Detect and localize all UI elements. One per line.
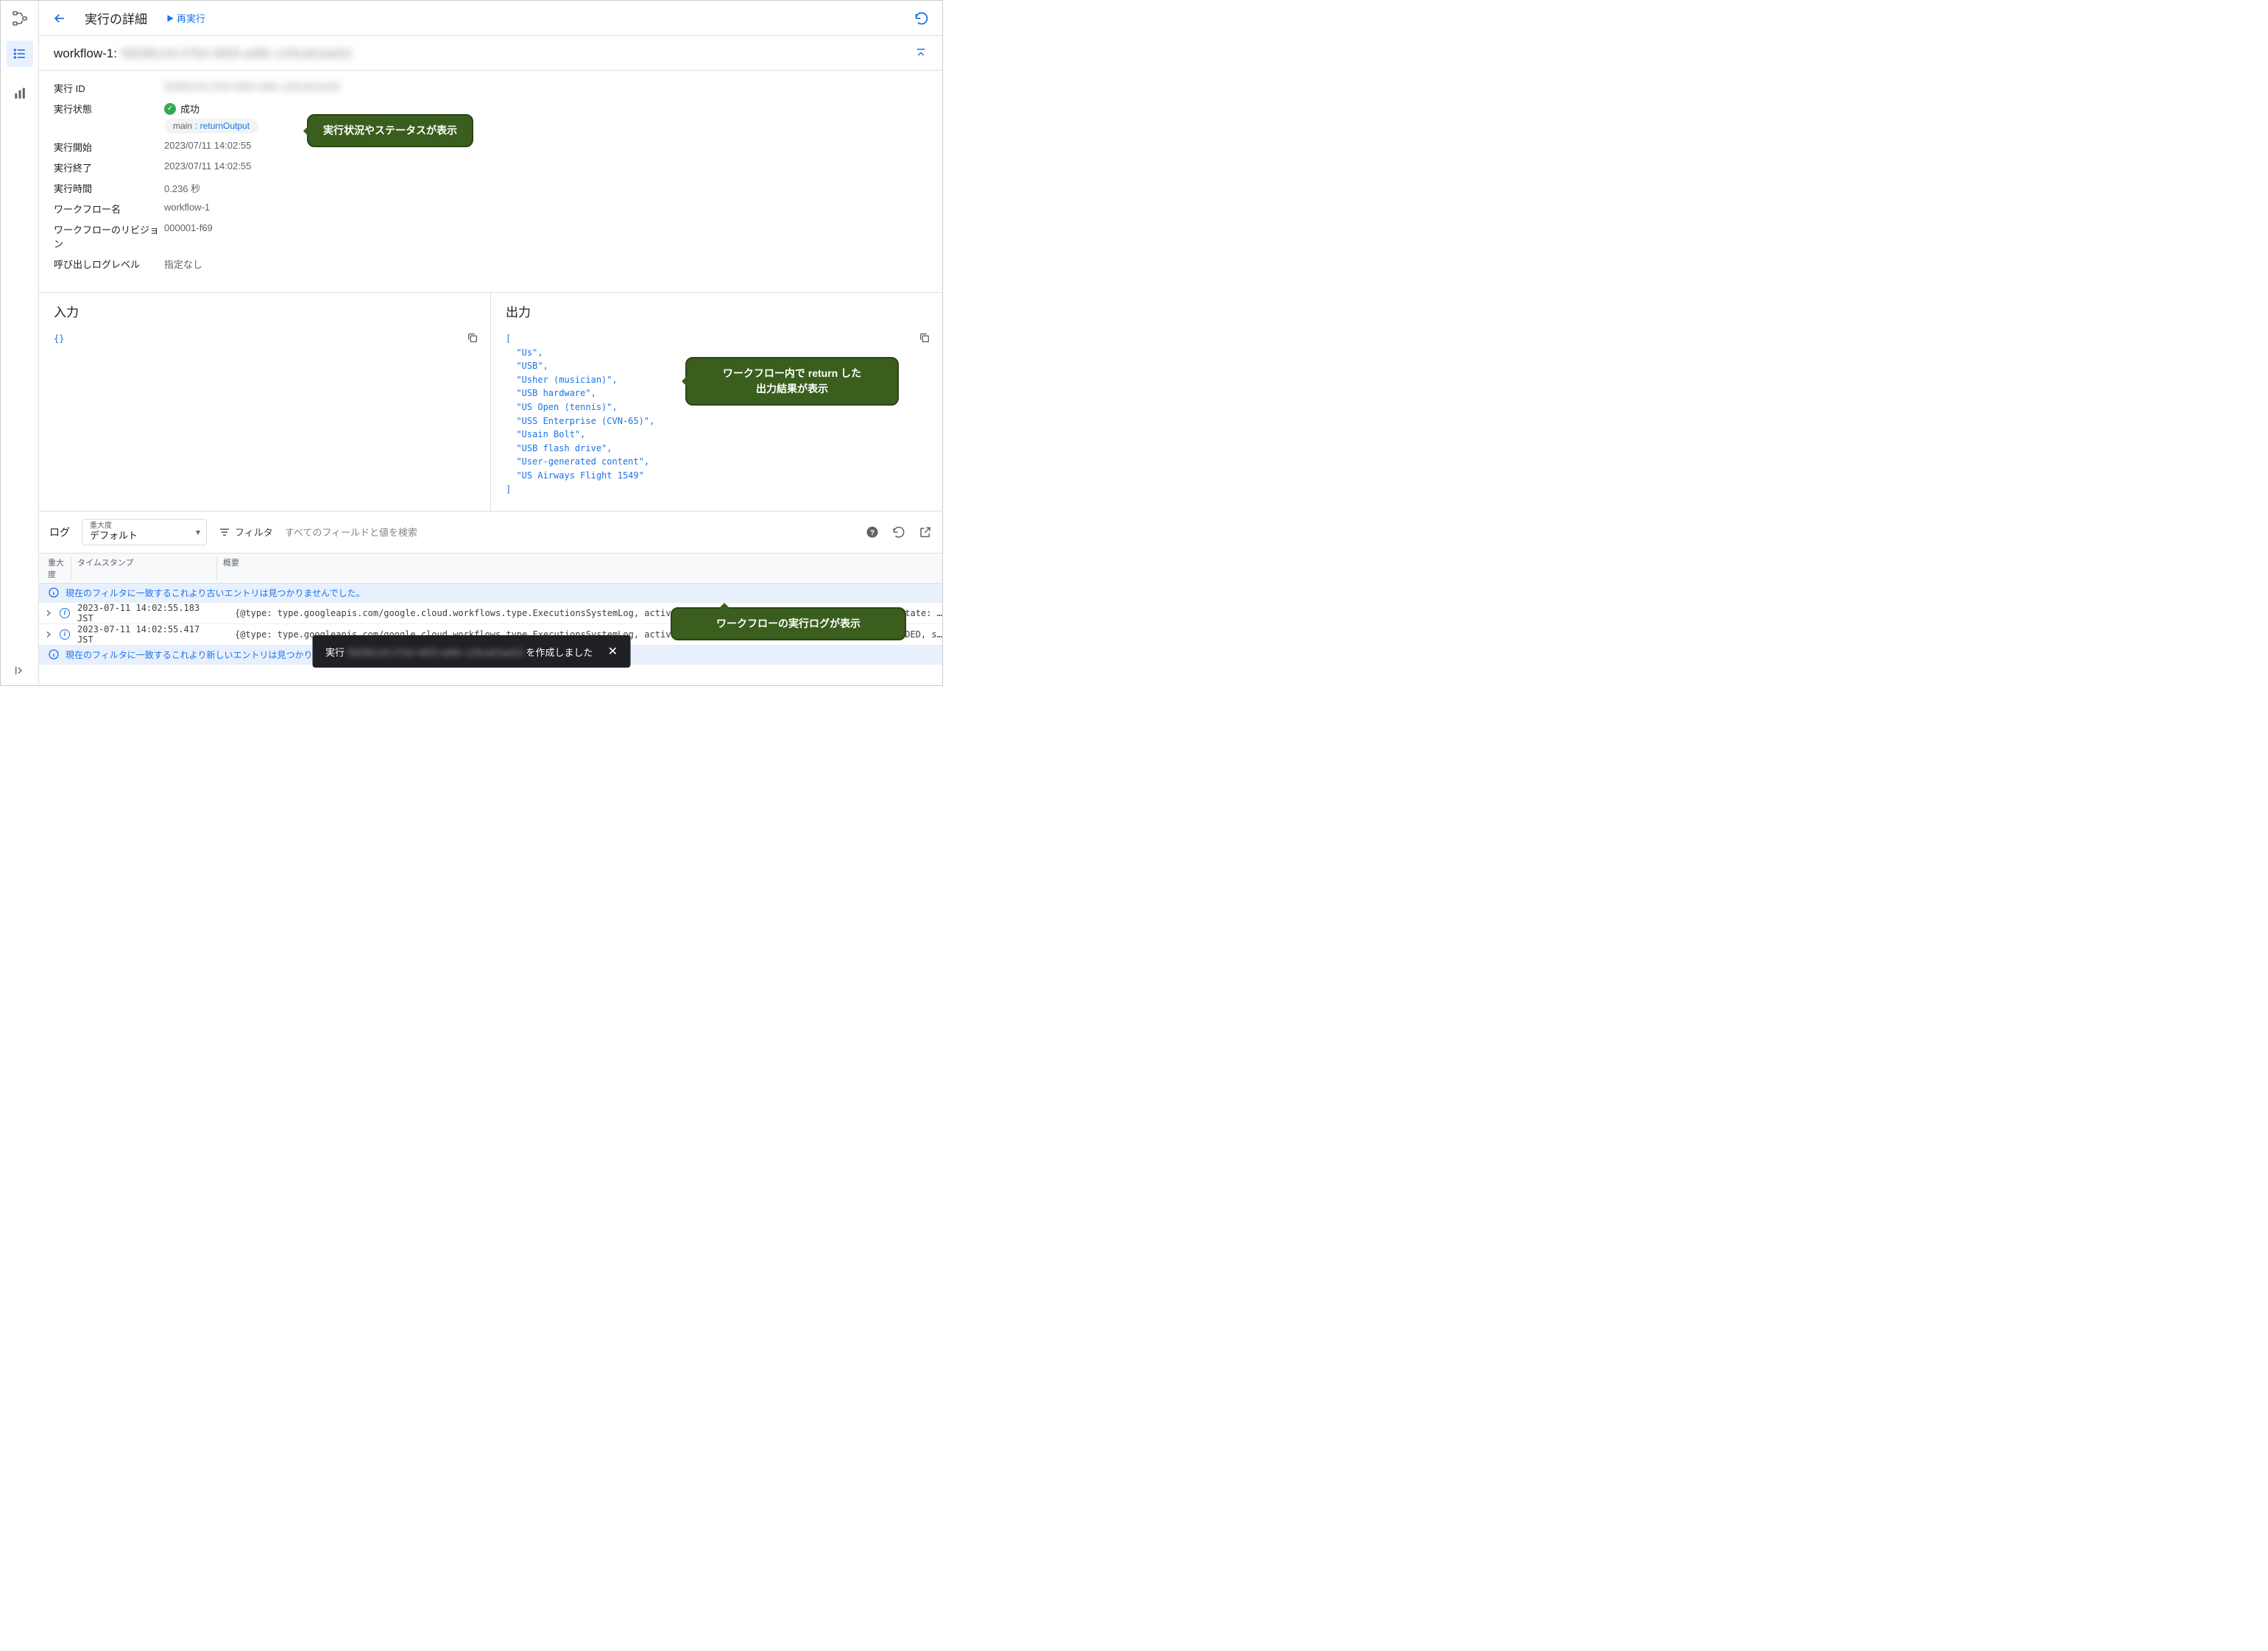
workflows-logo-icon: [11, 10, 29, 27]
wf-name-value: workflow-1: [164, 202, 928, 216]
nav-insights-icon[interactable]: [7, 80, 33, 107]
log-open-external-icon[interactable]: [919, 526, 932, 539]
start-value: 2023/07/11 14:02:55: [164, 140, 928, 154]
revision-label: ワークフローのリビジョン: [54, 222, 164, 250]
log-refresh-icon[interactable]: [892, 526, 905, 539]
log-ts-0: 2023-07-11 14:02:55.183 JST: [71, 603, 217, 623]
step-chip: main : returnOutput: [164, 119, 258, 133]
severity-select[interactable]: 重大度 デフォルト ▾: [82, 519, 207, 545]
log-bar: ログ 重大度 デフォルト ▾ フィルタ すべてのフィールドと値を検索 ?: [39, 512, 942, 554]
status-label: 実行状態: [54, 102, 164, 133]
input-body: {}: [54, 332, 476, 346]
revision-value: 000001-f69: [164, 222, 928, 250]
input-title: 入力: [39, 293, 490, 329]
caret-down-icon: ▾: [196, 527, 200, 537]
back-button[interactable]: [52, 11, 67, 26]
toast-snackbar: 実行 59295c23-27b3-4925-a08c-125ca01ae52 を…: [312, 635, 631, 668]
log-level-value: 指定なし: [164, 257, 928, 271]
toast-suffix: を作成しました: [526, 647, 593, 658]
output-title: 出力: [491, 293, 942, 329]
start-label: 実行開始: [54, 140, 164, 154]
row-expand-icon[interactable]: [39, 630, 58, 639]
filter-button[interactable]: フィルタ: [219, 525, 273, 539]
end-label: 実行終了: [54, 160, 164, 174]
exec-id-value: 59295c23-27b3-4925-a08c-125ca01ae52: [164, 81, 340, 92]
annotation-callout-logs: ワークフローの実行ログが表示: [671, 607, 906, 640]
status-value: 成功: [180, 102, 199, 116]
log-ts-1: 2023-07-11 14:02:55.417 JST: [71, 624, 217, 645]
wf-name-label: ワークフロー名: [54, 202, 164, 216]
col-severity: 重大度: [39, 556, 71, 580]
toast-close-button[interactable]: ✕: [608, 644, 618, 659]
chip-return: : returnOutput: [195, 121, 250, 131]
col-summary: 概要: [217, 556, 942, 580]
rerun-label: 再実行: [177, 11, 205, 25]
svg-text:?: ?: [870, 528, 875, 537]
rail-expand-toggle-icon[interactable]: [14, 665, 26, 676]
log-table-head: 重大度 タイムスタンプ 概要: [39, 554, 942, 584]
log-info-older-text: 現在のフィルタに一致するこれより古いエントリは見つかりませんでした。: [66, 587, 365, 599]
duration-label: 実行時間: [54, 181, 164, 195]
row-expand-icon[interactable]: [39, 609, 58, 618]
copy-output-button[interactable]: [919, 332, 930, 344]
chip-main: main: [173, 121, 192, 131]
workflow-name-label: workflow-1:: [54, 46, 117, 61]
severity-info-icon: i: [60, 608, 70, 618]
collapse-panel-button[interactable]: [914, 47, 928, 60]
log-info-older: 現在のフィルタに一致するこれより古いエントリは見つかりませんでした。: [39, 584, 942, 603]
log-section-label: ログ: [49, 525, 70, 540]
severity-small-label: 重大度: [90, 523, 186, 530]
workflow-header: workflow-1: 59295c23-27b3-4925-a08c-125c…: [39, 36, 942, 71]
duration-value: 0.236 秒: [164, 181, 928, 195]
info-icon: [48, 648, 60, 660]
toast-prefix: 実行: [325, 647, 345, 658]
workflow-id-blur: 59295c23-27b3-4925-a08c-125ca01ae52: [121, 46, 352, 61]
toast-id-blur: 59295c23-27b3-4925-a08c-125ca01ae52: [347, 647, 523, 658]
execution-details: 実行 ID 59295c23-27b3-4925-a08c-125ca01ae5…: [39, 71, 942, 293]
info-icon: [48, 587, 60, 598]
filter-input-placeholder[interactable]: すべてのフィールドと値を検索: [285, 525, 854, 539]
topbar: 実行の詳細 再実行: [39, 1, 942, 36]
rerun-button[interactable]: 再実行: [165, 11, 205, 25]
exec-id-label: 実行 ID: [54, 81, 164, 95]
page-title: 実行の詳細: [85, 9, 147, 27]
annotation-callout-status: 実行状況やステータスが表示: [307, 114, 473, 147]
end-value: 2023/07/11 14:02:55: [164, 160, 928, 174]
severity-info-icon: i: [60, 629, 70, 640]
input-panel: 入力 {}: [39, 293, 491, 511]
success-check-icon: ✓: [164, 103, 176, 115]
copy-input-button[interactable]: [467, 332, 478, 344]
annotation-callout-output: ワークフロー内で return した 出力結果が表示: [685, 357, 899, 406]
log-help-icon[interactable]: ?: [866, 526, 879, 539]
col-timestamp: タイムスタンプ: [71, 556, 217, 580]
severity-value: デフォルト: [90, 530, 138, 541]
log-level-label: 呼び出しログレベル: [54, 257, 164, 271]
nav-list-icon[interactable]: [7, 40, 33, 67]
filter-label: フィルタ: [235, 525, 273, 539]
refresh-button[interactable]: [914, 11, 929, 26]
left-nav-rail: [1, 1, 39, 685]
